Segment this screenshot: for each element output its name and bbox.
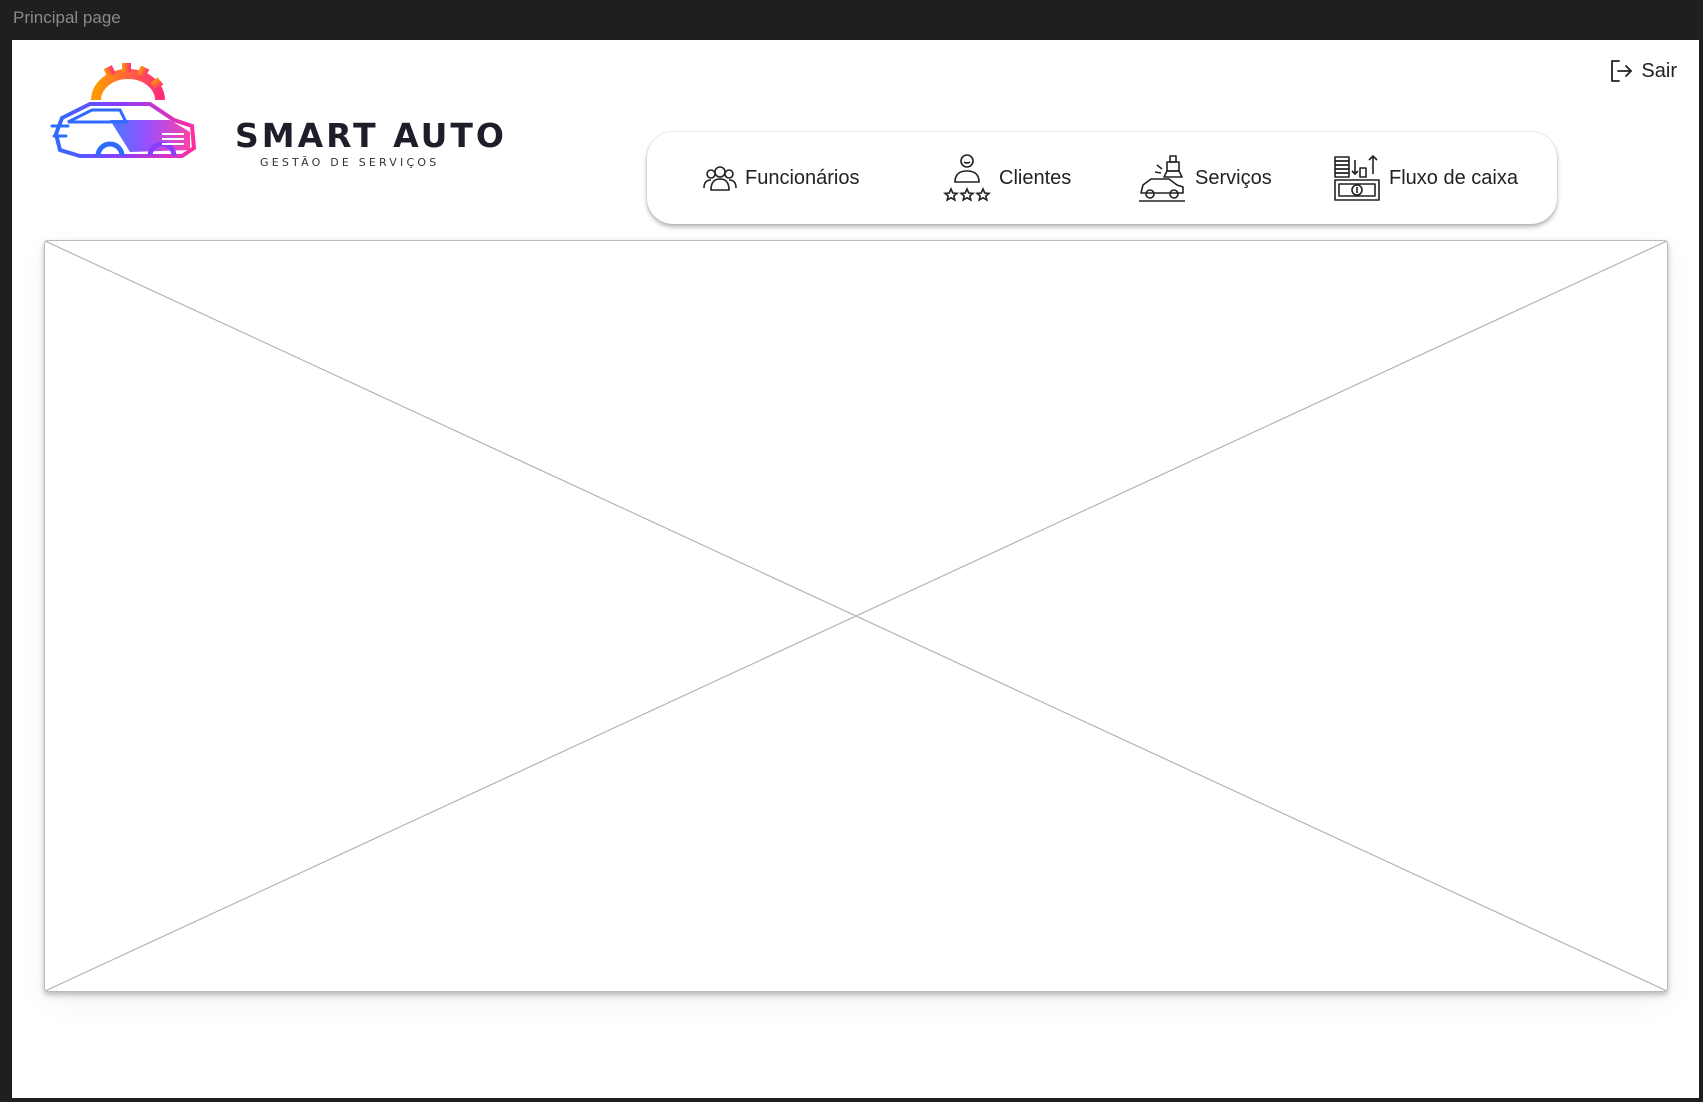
logout-button[interactable]: Sair	[1609, 58, 1677, 84]
client-rating-icon	[943, 154, 991, 202]
nav-label-clientes: Clientes	[999, 166, 1072, 189]
logout-label: Sair	[1641, 59, 1677, 82]
nav-label-servicos: Serviços	[1195, 166, 1272, 189]
placeholder-cross	[45, 241, 1667, 991]
car-logo-icon	[50, 63, 197, 158]
principal-page: SMART AUTO GESTÃO DE SERVIÇOS Sair Funci…	[12, 40, 1699, 1098]
frame-label: Principal page	[13, 8, 121, 27]
brand-logo[interactable]: SMART AUTO GESTÃO DE SERVIÇOS	[50, 60, 504, 200]
nav-item-servicos[interactable]: Serviços	[1137, 132, 1272, 224]
cash-flow-icon	[1334, 155, 1380, 201]
main-navigation: Funcionários Clientes Serviços Fluxo de …	[647, 132, 1557, 224]
employees-icon	[703, 166, 737, 191]
nav-item-clientes[interactable]: Clientes	[943, 132, 1071, 224]
logout-icon	[1611, 60, 1633, 82]
nav-label-funcionarios: Funcionários	[745, 166, 860, 189]
nav-item-funcionarios[interactable]: Funcionários	[703, 132, 860, 224]
nav-item-fluxo-de-caixa[interactable]: Fluxo de caixa	[1333, 132, 1518, 224]
brand-name: SMART AUTO	[235, 116, 507, 155]
image-placeholder	[44, 240, 1668, 992]
car-service-icon	[1139, 155, 1185, 202]
nav-label-fluxo-de-caixa: Fluxo de caixa	[1389, 166, 1518, 189]
brand-tagline: GESTÃO DE SERVIÇOS	[260, 156, 440, 169]
